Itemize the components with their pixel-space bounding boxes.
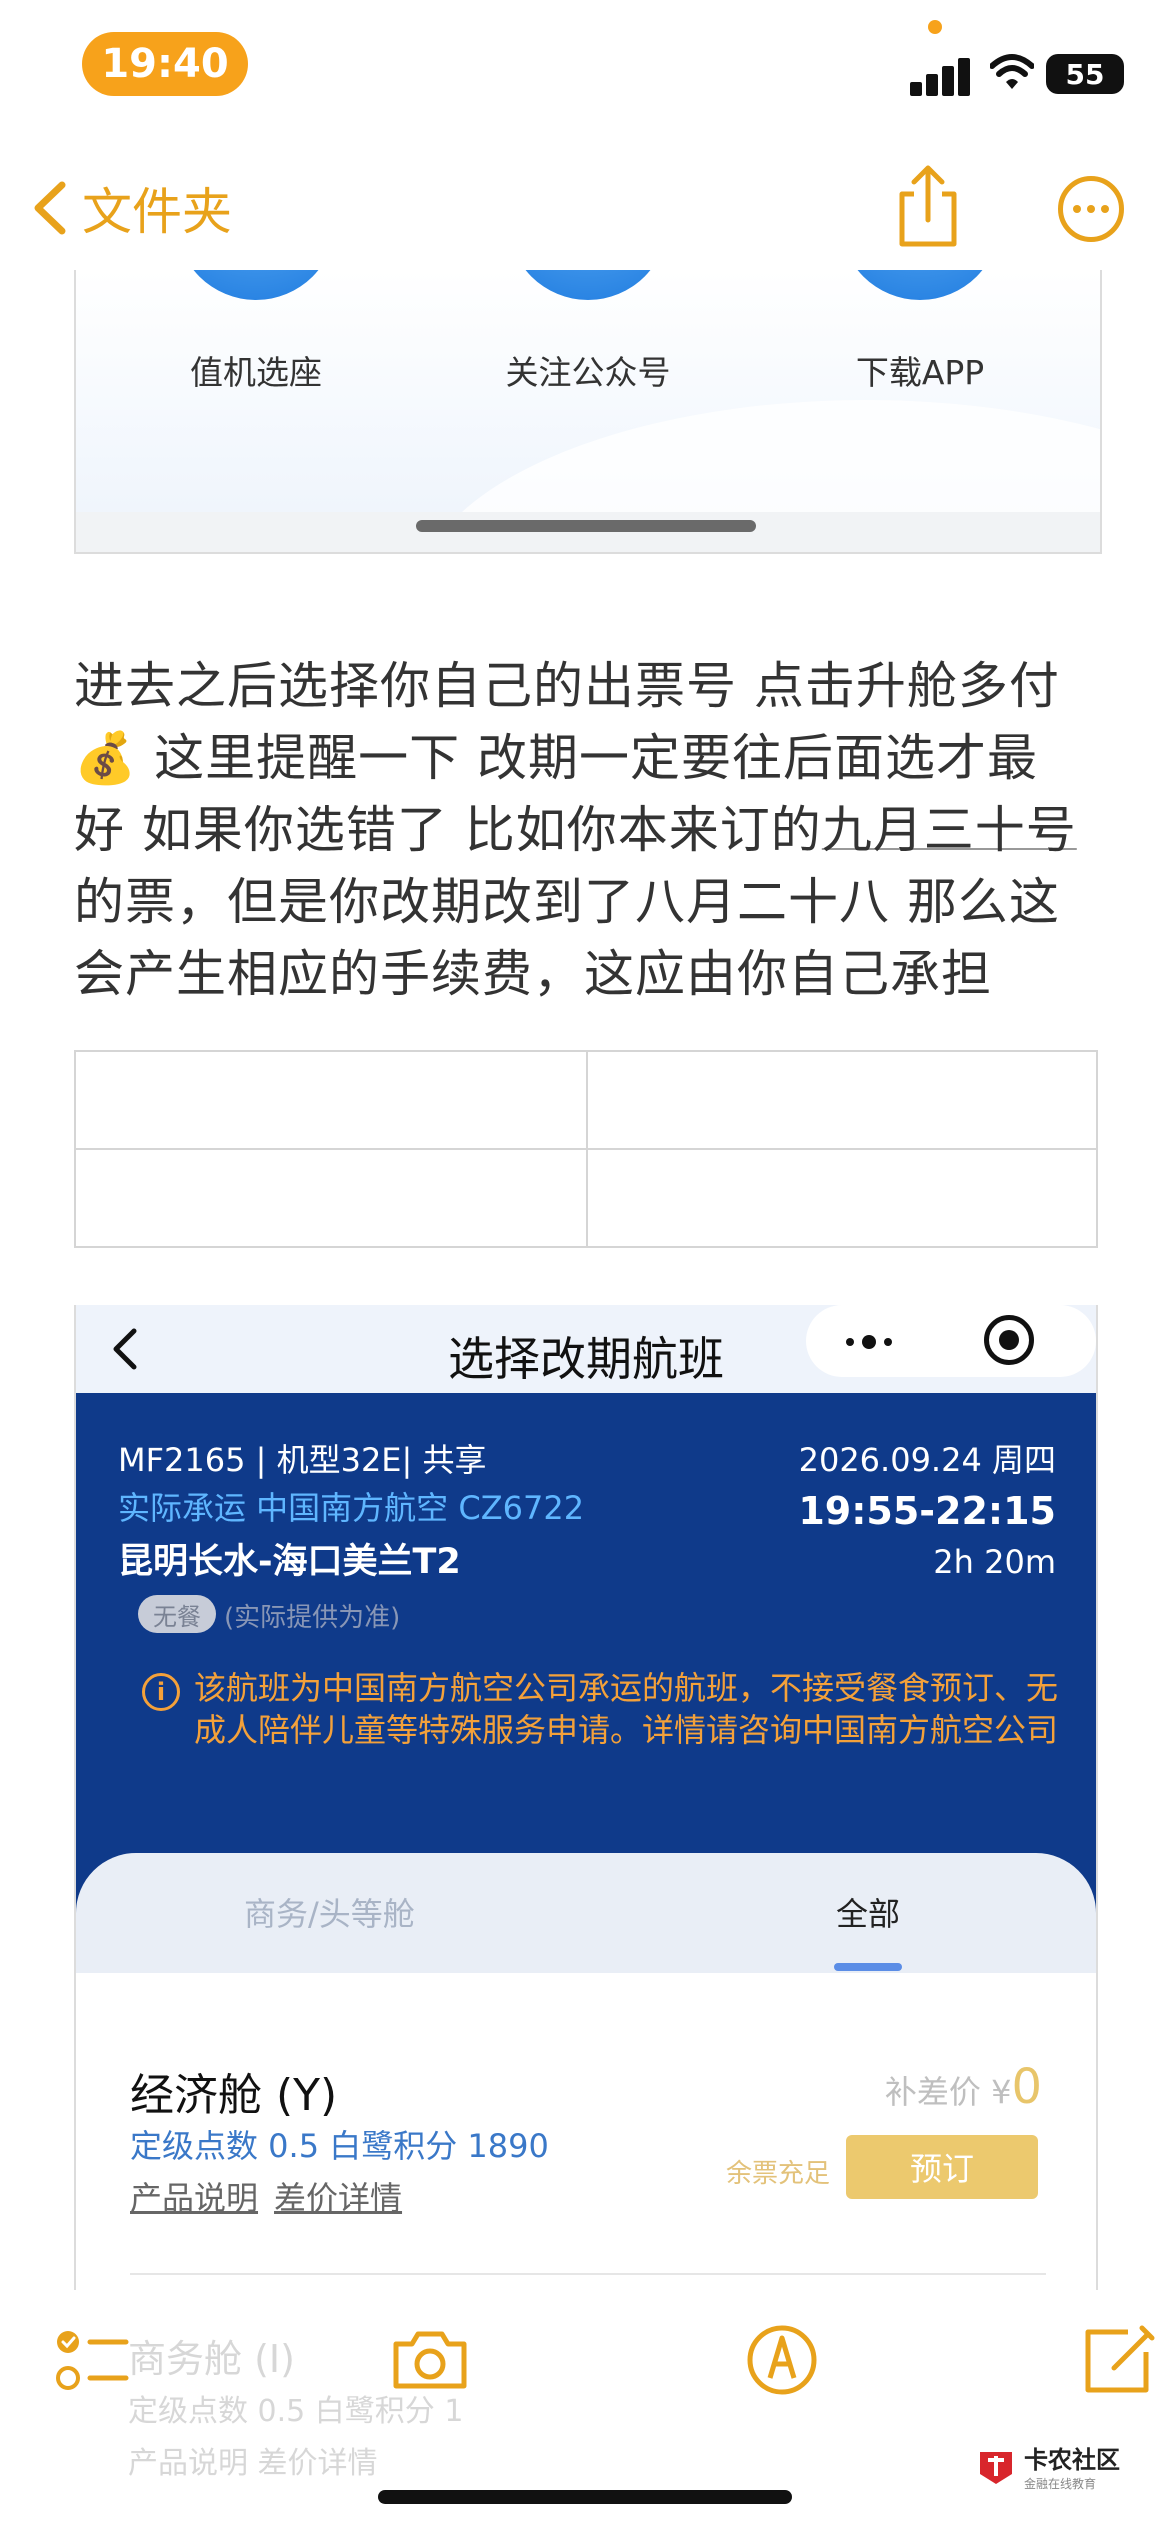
carrier-warning: 该航班为中国南方航空公司承运的航班，不接受餐食预订、无成人陪伴儿童等特殊服务申请…	[194, 1669, 1059, 1749]
kanong-logo-icon	[980, 2452, 1012, 2484]
home-indicator[interactable]	[378, 2490, 792, 2504]
empty-table[interactable]	[74, 1050, 1098, 1248]
price-difference: 补差价 ¥0	[884, 2059, 1042, 2115]
bottom-toolbar: 商务舱 (I) 定级点数 0.5 白鹭积分 1 产品说明 差价详情 卡农社区 金…	[0, 2290, 1170, 2532]
price-diff-link: 差价详情	[274, 2179, 403, 2217]
tab-business-first: 商务/头等舱	[244, 1895, 415, 1933]
watermark: 卡农社区 金融在线教育	[976, 2440, 1120, 2492]
more-dots-icon	[846, 1335, 892, 1349]
note-line: 进去之后选择你自己的出票号 点击升舱多付	[74, 657, 1060, 715]
checklist-icon[interactable]	[52, 2320, 132, 2400]
checkin-label: 值机选座	[190, 353, 322, 392]
next-cabin-ghost: 商务舱 (I)	[128, 2337, 295, 2381]
watermark-title: 卡农社区	[1024, 2446, 1120, 2474]
back-button[interactable]: 文件夹	[22, 172, 232, 244]
fare-links: 产品说明 差价详情	[130, 2173, 418, 2219]
date-link[interactable]: 九月三十号	[822, 801, 1077, 859]
info-icon: i	[142, 1673, 180, 1711]
active-tab-indicator	[834, 1963, 902, 1971]
follow-account-icon	[508, 270, 668, 300]
embedded-screenshot-flight: 选择改期航班 MF2165 | 机型32E| 共享 实际承运 中国南方航空 CZ…	[74, 1305, 1098, 2290]
flight-time: 19:55-22:15	[798, 1489, 1056, 1533]
book-button: 预订	[846, 2135, 1038, 2199]
seat-availability: 余票充足	[726, 2159, 831, 2189]
download-app-icon	[840, 270, 1000, 300]
note-line: 会产生相应的手续费，这应由你自己承担	[74, 945, 992, 1003]
watermark-subtitle: 金融在线教育	[1024, 2477, 1097, 2491]
compose-icon[interactable]	[1078, 2320, 1158, 2400]
cabin-tabs: 商务/头等舱 全部	[76, 1853, 1096, 1973]
share-icon[interactable]	[888, 160, 968, 250]
home-indicator-embedded	[416, 520, 756, 532]
fare-card: 经济舱 (Y) 定级点数 0.5 白鹭积分 1890 产品说明 差价详情 补差价 …	[76, 1973, 1096, 2290]
checkin-icon	[176, 270, 336, 300]
operating-carrier: 实际承运 中国南方航空 CZ6722	[118, 1489, 585, 1527]
wifi-icon	[990, 54, 1034, 89]
markup-pen-icon[interactable]	[742, 2320, 822, 2400]
flight-info-panel: MF2165 | 机型32E| 共享 实际承运 中国南方航空 CZ6722 昆明…	[76, 1393, 1096, 1913]
back-label: 文件夹	[82, 183, 232, 241]
more-options-button[interactable]	[1058, 176, 1124, 242]
privacy-indicator-dot	[928, 20, 942, 34]
flight-number: MF2165 | 机型32E| 共享	[118, 1441, 487, 1479]
cabin-class: 经济舱 (Y)	[130, 2070, 338, 2121]
note-line: 💰 这里提醒一下 改期一定要往后面选才最	[74, 729, 1039, 787]
meal-note: (实际提供为准)	[224, 1603, 401, 1633]
flight-date: 2026.09.24 周四	[798, 1441, 1056, 1479]
tab-all: 全部	[836, 1895, 901, 1933]
meal-badge: 无餐	[138, 1595, 216, 1633]
status-time: 19:40	[82, 32, 248, 96]
product-info-link: 产品说明	[130, 2179, 259, 2217]
flight-route: 昆明长水-海口美兰T2	[118, 1542, 461, 1582]
note-line: 好 如果你选错了 比如你本来订的九月三十号	[74, 801, 1077, 859]
embedded-screenshot-top: 值机选座 关注公众号 下载APP	[74, 270, 1102, 554]
fare-points: 定级点数 0.5 白鹭积分 1890	[130, 2127, 549, 2165]
cellular-signal-icon	[910, 52, 972, 96]
flight-header: 选择改期航班	[76, 1305, 1096, 1393]
battery-indicator: 55	[1046, 54, 1124, 94]
flight-duration: 2h 20m	[933, 1543, 1056, 1581]
chevron-left-icon	[34, 181, 66, 235]
close-target-icon	[984, 1315, 1034, 1365]
camera-icon[interactable]	[390, 2320, 470, 2400]
note-line: 的票，但是你改期改到了八月二十八 那么这	[74, 873, 1060, 931]
download-app-label: 下载APP	[855, 353, 985, 392]
next-links-ghost: 产品说明 差价详情	[128, 2446, 378, 2481]
note-paragraph[interactable]: 进去之后选择你自己的出票号 点击升舱多付 💰 这里提醒一下 改期一定要往后面选才…	[74, 650, 1104, 1010]
follow-account-label: 关注公众号	[505, 353, 671, 392]
